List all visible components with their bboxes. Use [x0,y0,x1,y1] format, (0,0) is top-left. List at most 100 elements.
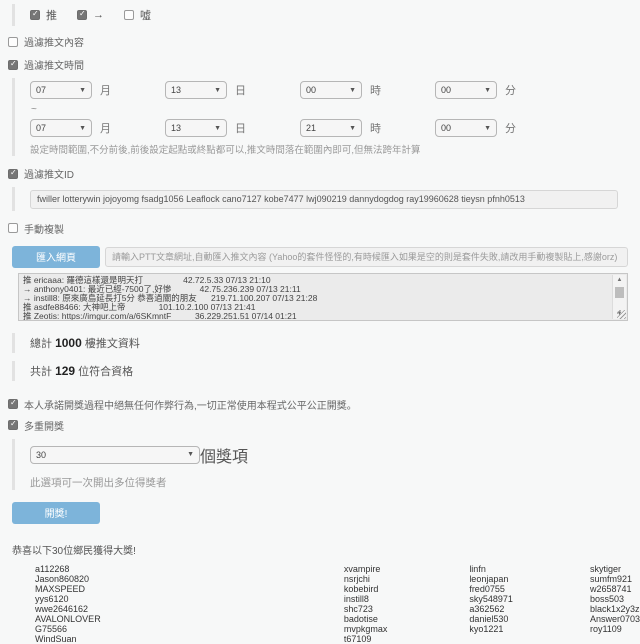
day-unit-label: 日 [235,82,246,98]
prize-count-select[interactable]: 30 ▼ [30,446,200,464]
filter-content-checkbox[interactable] [8,37,18,47]
prize-unit-label: 個獎項 [200,443,248,467]
start-month-select[interactable]: 07 ▼ [30,81,92,99]
hour-unit-label: 時 [370,120,381,136]
start-hour-select[interactable]: 00 ▼ [300,81,362,99]
arrow-checkbox[interactable] [77,10,87,20]
filter-id-checkbox[interactable] [8,169,18,179]
total-comments-stat: 總計 1000 樓推文資料 [12,333,640,353]
end-minute-select[interactable]: 00 ▼ [435,119,497,137]
chevron-down-icon: ▼ [79,125,86,132]
comments-textarea[interactable]: 推 ericaaa: 羅德這樣還是明天打 42.72.5.33 07/13 21… [18,273,628,321]
winner-id: boss503 [590,594,640,604]
hour-unit-label: 時 [370,82,381,98]
winners-column-1: a112268 Jason860820 MAXSPEED yys6120 wwe… [35,564,344,644]
start-month-value: 07 [36,85,46,95]
winners-grid: a112268 Jason860820 MAXSPEED yys6120 wwe… [35,564,640,644]
month-unit-label: 月 [100,120,111,136]
start-minute-value: 00 [441,85,451,95]
prize-count-value: 30 [36,450,46,460]
pledge-label: 本人承諾開獎過程中絕無任何作弊行為,一切正常使用本程式公平公正開獎。 [24,397,357,412]
prize-note: 此選項可一次開出多位得獎者 [30,475,640,490]
end-hour-value: 21 [306,123,316,133]
time-range-note: 設定時間範圍,不分前後,前後設定起點或終點都可以,推文時間落在範圍內即可,但無法… [30,142,640,156]
chevron-down-icon: ▼ [187,451,194,458]
winners-column-2: xvampire nsrjchi kobebird instill8 shc72… [344,564,469,644]
winner-id: MAXSPEED [35,584,344,594]
scroll-up-icon[interactable]: ▲ [617,275,623,285]
filter-time-checkbox[interactable] [8,60,18,70]
article-url-input[interactable] [105,247,628,267]
scrollbar-thumb[interactable] [615,287,624,298]
winner-id: Answer0703 [590,614,640,624]
time-start-row: 07 ▼ 月 13 ▼ 日 00 ▼ 時 [30,81,640,99]
winner-id: leonjapan [469,574,590,584]
filter-content-label: 過濾推文內容 [24,34,84,49]
boo-checkbox[interactable] [124,10,134,20]
time-range-separator: ~ [31,104,640,115]
manual-copy-label: 手動複製 [24,221,64,236]
manual-copy-checkbox[interactable] [8,223,18,233]
pledge-row: 本人承諾開獎過程中絕無任何作弊行為,一切正常使用本程式公平公正開獎。 [8,397,640,412]
multi-draw-label: 多重開獎 [24,418,64,433]
manual-copy-row: 手動複製 [8,221,640,236]
filter-content-row: 過濾推文內容 [8,34,640,49]
push-checkbox[interactable] [30,10,40,20]
pledge-checkbox[interactable] [8,399,18,409]
scrollbar-track[interactable] [613,285,626,309]
chevron-down-icon: ▼ [484,125,491,132]
start-hour-value: 00 [306,85,316,95]
end-minute-value: 00 [441,123,451,133]
winner-id: black1x2y3z [590,604,640,614]
winner-id: xvampire [344,564,469,574]
comment-line: 推 Zeotis: https://imgur.com/a/6SKmntF 36… [23,312,609,320]
winner-id: a112268 [35,564,344,574]
end-hour-select[interactable]: 21 ▼ [300,119,362,137]
winner-id: yys6120 [35,594,344,604]
prize-count-group: 30 ▼ 個獎項 此選項可一次開出多位得獎者 [12,439,640,490]
winner-id: nsrjchi [344,574,469,584]
winner-id: G75566 [35,624,344,634]
chevron-down-icon: ▼ [214,125,221,132]
start-minute-select[interactable]: 00 ▼ [435,81,497,99]
minute-unit-label: 分 [505,82,516,98]
time-end-row: 07 ▼ 月 13 ▼ 日 21 ▼ 時 [30,119,640,137]
winner-id: skytiger [590,564,640,574]
boo-label: 噓 [140,7,151,23]
import-url-button[interactable]: 匯入網頁 [12,246,100,268]
filter-id-label: 過濾推文ID [24,166,74,181]
time-range-group: 07 ▼ 月 13 ▼ 日 00 ▼ 時 [12,78,640,156]
filter-id-input-group [12,187,640,211]
total-count: 1000 [55,336,82,350]
qualified-stat: 共計 129 位符合資格 [12,361,640,381]
multi-draw-checkbox[interactable] [8,420,18,430]
start-day-value: 13 [171,85,181,95]
chevron-down-icon: ▼ [214,87,221,94]
end-month-select[interactable]: 07 ▼ [30,119,92,137]
filter-time-label: 過濾推文時間 [24,57,84,72]
lottery-tool-page: 推 → 噓 過濾推文內容 過濾推文時間 07 ▼ 月 13 [0,0,640,644]
winner-id: AVALONLOVER [35,614,344,624]
winner-id: badotise [344,614,469,624]
winner-id: kyo1221 [469,624,590,634]
end-day-select[interactable]: 13 ▼ [165,119,227,137]
winner-id: sumfm921 [590,574,640,584]
winners-column-4: skytiger sumfm921 w2658741 boss503 black… [590,564,640,644]
total-suffix: 樓推文資料 [85,338,140,350]
resize-grip-icon[interactable] [617,310,626,319]
winner-id: roy1109 [590,624,640,634]
chevron-down-icon: ▼ [349,87,356,94]
import-row: 匯入網頁 [12,246,628,268]
winner-id: instill8 [344,594,469,604]
qualified-suffix: 位符合資格 [78,366,133,378]
winners-column-3: linfn leonjapan fred0755 sky548971 a3625… [469,564,590,644]
qualified-prefix: 共計 [30,366,52,378]
start-day-select[interactable]: 13 ▼ [165,81,227,99]
filter-id-input[interactable] [30,190,618,209]
push-type-filter-row: 推 → 噓 [12,4,640,26]
push-label: 推 [46,7,57,23]
draw-button[interactable]: 開獎! [12,502,100,524]
chevron-down-icon: ▼ [484,87,491,94]
winner-id: linfn [469,564,590,574]
winner-id: sky548971 [469,594,590,604]
